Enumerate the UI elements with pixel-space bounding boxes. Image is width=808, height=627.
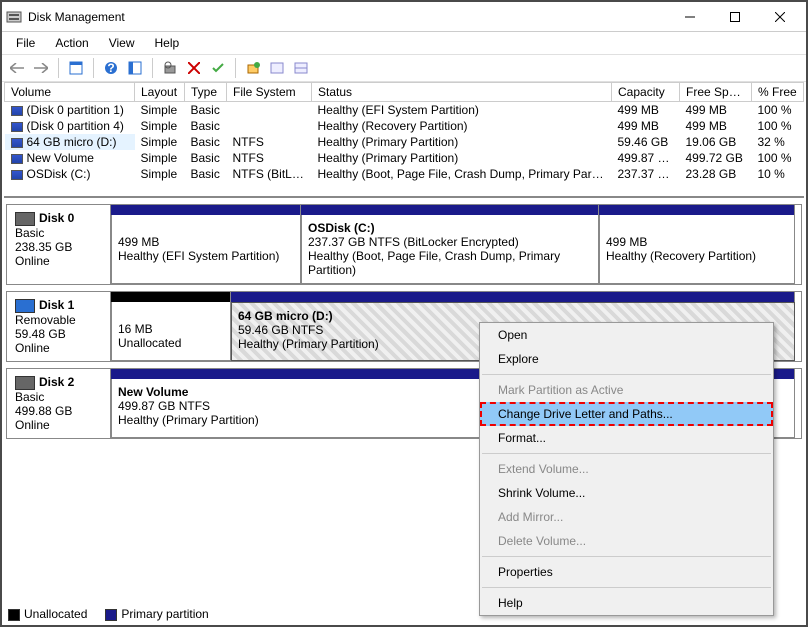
disk-state: Online (15, 254, 102, 268)
delete-button[interactable] (183, 57, 205, 79)
disk-state: Online (15, 418, 102, 432)
col-layout[interactable]: Layout (135, 83, 185, 102)
disk-icon (15, 212, 35, 226)
partition[interactable]: 16 MBUnallocated (111, 302, 231, 361)
partition-status: Healthy (Recovery Partition) (606, 249, 788, 263)
partition[interactable]: 499 MBHealthy (EFI System Partition) (111, 215, 301, 284)
volume-icon (11, 122, 23, 132)
disk-info[interactable]: Disk 2Basic499.88 GBOnline (7, 369, 111, 438)
minimize-button[interactable] (667, 3, 712, 31)
partition-status: Unallocated (118, 336, 224, 350)
volume-row[interactable]: OSDisk (C:)SimpleBasicNTFS (BitLo...Heal… (5, 166, 804, 182)
titlebar: Disk Management (2, 2, 806, 32)
partition-size: 16 MB (118, 322, 224, 336)
ctx-delete: Delete Volume... (480, 529, 773, 553)
ctx-shrink[interactable]: Shrink Volume... (480, 481, 773, 505)
partition-size: 499 MB (118, 235, 294, 249)
disk-kind: Basic (15, 226, 102, 240)
legend-primary: Primary partition (121, 607, 208, 621)
disk-state: Online (15, 341, 102, 355)
volume-icon (11, 106, 23, 116)
toolbar-btn-7[interactable] (290, 57, 312, 79)
volume-row[interactable]: (Disk 0 partition 4)SimpleBasicHealthy (… (5, 118, 804, 134)
menu-view[interactable]: View (101, 34, 143, 52)
toolbar: ? (2, 54, 806, 82)
partition-size: 499 MB (606, 235, 788, 249)
col-pctfree[interactable]: % Free (752, 83, 804, 102)
context-menu: Open Explore Mark Partition as Active Ch… (479, 322, 774, 616)
volume-row[interactable]: (Disk 0 partition 1)SimpleBasicHealthy (… (5, 102, 804, 119)
menu-help[interactable]: Help (147, 34, 188, 52)
disk-size: 59.48 GB (15, 327, 102, 341)
toolbar-btn-5[interactable] (242, 57, 264, 79)
partition[interactable]: 499 MBHealthy (Recovery Partition) (599, 215, 795, 284)
partition-size: 237.37 GB NTFS (BitLocker Encrypted) (308, 235, 592, 249)
disk-name: Disk 0 (39, 211, 74, 225)
volume-table[interactable]: Volume Layout Type File System Status Ca… (4, 82, 804, 198)
disk-info[interactable]: Disk 1Removable59.48 GBOnline (7, 292, 111, 361)
col-capacity[interactable]: Capacity (612, 83, 680, 102)
partition-status: Healthy (Boot, Page File, Crash Dump, Pr… (308, 249, 592, 277)
disk-icon (15, 376, 35, 390)
col-volume[interactable]: Volume (5, 83, 135, 102)
toolbar-btn-3[interactable] (159, 57, 181, 79)
menu-action[interactable]: Action (47, 34, 96, 52)
ctx-extend: Extend Volume... (480, 457, 773, 481)
app-icon (6, 9, 22, 25)
svg-text:?: ? (107, 61, 114, 75)
disk-size: 238.35 GB (15, 240, 102, 254)
ctx-format[interactable]: Format... (480, 426, 773, 450)
ctx-help[interactable]: Help (480, 591, 773, 615)
back-button[interactable] (6, 57, 28, 79)
volume-icon (11, 154, 23, 164)
partition-label: 64 GB micro (D:) (238, 309, 788, 323)
close-button[interactable] (757, 3, 802, 31)
menubar: File Action View Help (2, 32, 806, 54)
ctx-properties[interactable]: Properties (480, 560, 773, 584)
disk-info[interactable]: Disk 0Basic238.35 GBOnline (7, 205, 111, 284)
legend: Unallocated Primary partition (8, 607, 209, 621)
volume-row[interactable]: 64 GB micro (D:)SimpleBasicNTFSHealthy (… (5, 134, 804, 150)
ctx-mirror: Add Mirror... (480, 505, 773, 529)
disk-kind: Basic (15, 390, 102, 404)
disk-row: Disk 0Basic238.35 GBOnline 499 MBHealthy… (6, 204, 802, 285)
disk-size: 499.88 GB (15, 404, 102, 418)
disk-icon (15, 299, 35, 313)
toolbar-btn-6[interactable] (266, 57, 288, 79)
disk-name: Disk 1 (39, 298, 74, 312)
ctx-explore[interactable]: Explore (480, 347, 773, 371)
toolbar-btn-2[interactable] (124, 57, 146, 79)
help-button[interactable]: ? (100, 57, 122, 79)
partition-label: OSDisk (C:) (308, 221, 592, 235)
col-free[interactable]: Free Space (680, 83, 752, 102)
disk-name: Disk 2 (39, 375, 74, 389)
window-title: Disk Management (28, 10, 667, 24)
forward-button[interactable] (30, 57, 52, 79)
partition-status: Healthy (EFI System Partition) (118, 249, 294, 263)
partition[interactable]: OSDisk (C:)237.37 GB NTFS (BitLocker Enc… (301, 215, 599, 284)
disk-kind: Removable (15, 313, 102, 327)
volume-icon (11, 138, 23, 148)
ctx-change-letter[interactable]: Change Drive Letter and Paths... (480, 402, 773, 426)
ctx-open[interactable]: Open (480, 323, 773, 347)
volume-icon (11, 170, 23, 180)
menu-file[interactable]: File (8, 34, 43, 52)
toolbar-btn-1[interactable] (65, 57, 87, 79)
col-fs[interactable]: File System (227, 83, 312, 102)
col-status[interactable]: Status (312, 83, 612, 102)
volume-row[interactable]: New VolumeSimpleBasicNTFSHealthy (Primar… (5, 150, 804, 166)
legend-unallocated: Unallocated (24, 607, 87, 621)
col-type[interactable]: Type (185, 83, 227, 102)
ctx-mark-active: Mark Partition as Active (480, 378, 773, 402)
toolbar-btn-4[interactable] (207, 57, 229, 79)
maximize-button[interactable] (712, 3, 757, 31)
